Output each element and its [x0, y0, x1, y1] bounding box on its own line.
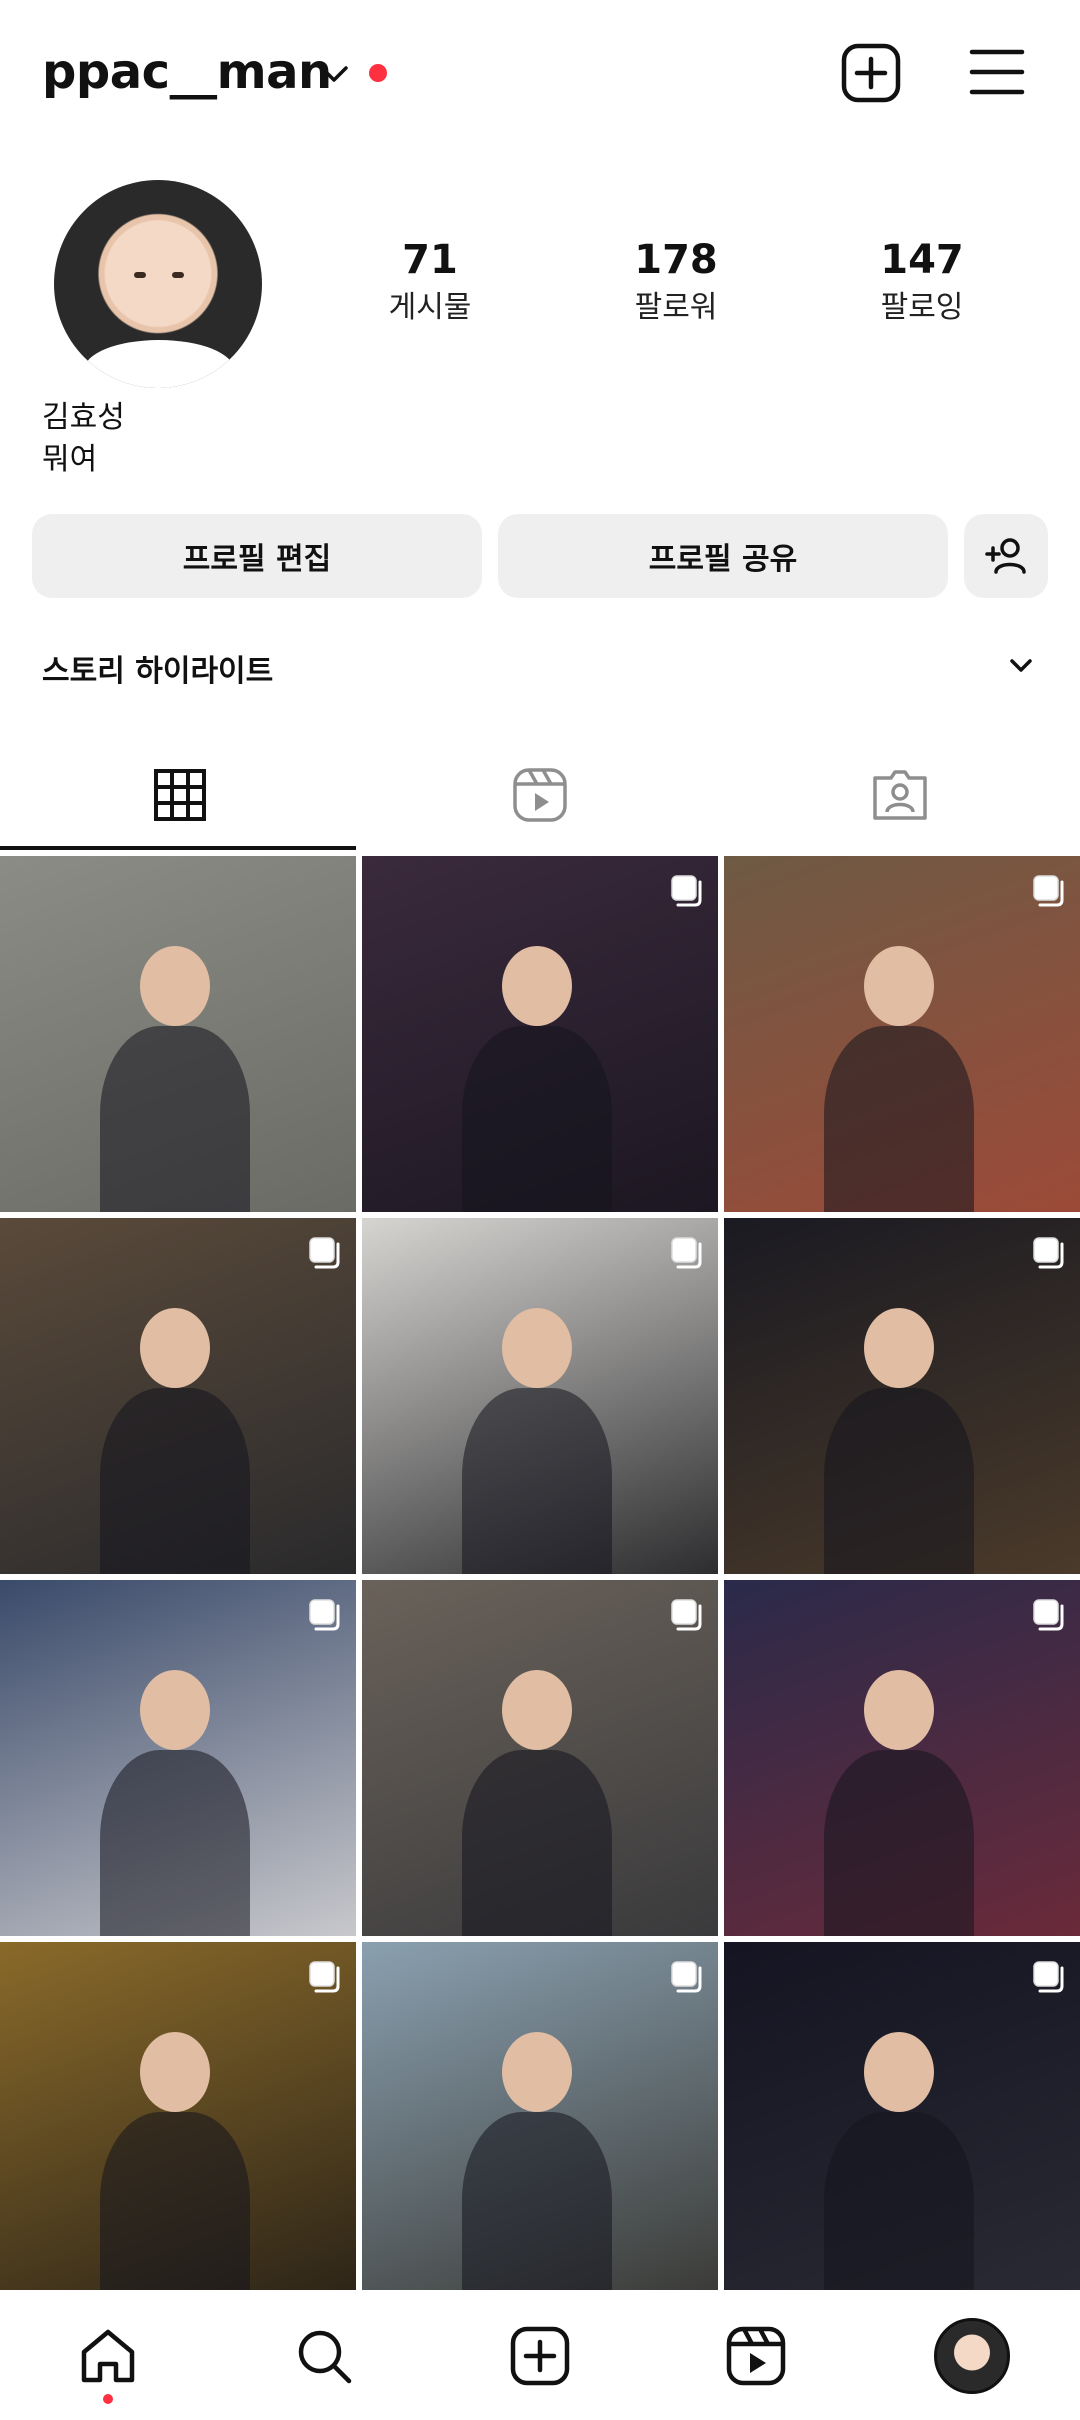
share-profile-button[interactable]: 프로필 공유: [498, 514, 948, 598]
profile-avatar[interactable]: [54, 180, 262, 388]
reels-icon: [726, 2326, 786, 2386]
photo-subject-body: [462, 1750, 612, 1936]
search-icon: [298, 2330, 352, 2384]
photo-subject-body: [824, 1026, 974, 1212]
stat-followers-count: 178: [634, 237, 718, 283]
photo-subject: [140, 1670, 210, 1750]
nav-create[interactable]: [504, 2320, 576, 2392]
stat-followers-label: 팔로워: [634, 290, 718, 325]
carousel-icon: [309, 1961, 340, 1993]
carousel-icon: [671, 1599, 702, 1631]
post-thumbnail[interactable]: [724, 1942, 1080, 2298]
post-thumbnail[interactable]: [362, 1218, 718, 1574]
post-thumbnail[interactable]: [362, 856, 718, 1212]
profile-username[interactable]: ppac__man: [42, 44, 332, 100]
photo-subject-body: [100, 1026, 250, 1212]
chevron-down-icon[interactable]: [1006, 654, 1036, 678]
chevron-down-icon[interactable]: [318, 60, 350, 88]
stat-following[interactable]: 147 팔로잉: [822, 236, 1022, 328]
tab-posts[interactable]: [0, 740, 360, 850]
carousel-icon: [671, 875, 702, 907]
photo-subject: [502, 1670, 572, 1750]
post-thumbnail[interactable]: [724, 1218, 1080, 1574]
tab-reels[interactable]: [360, 740, 720, 850]
home-icon: [81, 2329, 135, 2383]
add-square-icon: [510, 2326, 570, 2386]
photo-subject-body: [100, 2112, 250, 2298]
photo-subject-body: [100, 1750, 250, 1936]
stat-posts-count: 71: [402, 237, 458, 283]
add-square-icon[interactable]: [840, 42, 902, 104]
post-thumbnail[interactable]: [0, 1580, 356, 1936]
post-thumbnail[interactable]: [724, 1580, 1080, 1936]
photo-subject: [864, 1308, 934, 1388]
notification-dot: [369, 64, 387, 82]
post-thumbnail[interactable]: [724, 856, 1080, 1212]
photo-subject: [502, 1308, 572, 1388]
nav-home[interactable]: [72, 2320, 144, 2392]
carousel-icon: [1033, 875, 1064, 907]
home-activity-dot: [103, 2394, 113, 2404]
photo-subject: [864, 1670, 934, 1750]
avatar-eye: [172, 272, 184, 278]
stat-posts[interactable]: 71 게시물: [330, 236, 530, 328]
profile-tabs: [0, 740, 1080, 850]
story-highlights-title[interactable]: 스토리 하이라이트: [42, 646, 273, 690]
discover-people-button[interactable]: [964, 514, 1048, 598]
nav-reels[interactable]: [720, 2320, 792, 2392]
carousel-icon: [309, 1237, 340, 1269]
carousel-icon: [1033, 1599, 1064, 1631]
photo-subject: [140, 2032, 210, 2112]
nav-search[interactable]: [288, 2320, 360, 2392]
photo-subject-body: [824, 1750, 974, 1936]
top-header: ppac__man: [0, 0, 1080, 150]
photo-subject: [140, 1308, 210, 1388]
grid-icon: [154, 769, 206, 821]
nav-profile[interactable]: [932, 2316, 1012, 2396]
carousel-icon: [309, 1599, 340, 1631]
photo-subject-body: [462, 2112, 612, 2298]
photo-subject-body: [462, 1388, 612, 1574]
photo-subject: [502, 946, 572, 1026]
stat-posts-label: 게시물: [388, 290, 472, 325]
carousel-icon: [671, 1961, 702, 1993]
post-thumbnail[interactable]: [0, 1942, 356, 2298]
photo-subject-body: [824, 1388, 974, 1574]
tab-tagged[interactable]: [720, 740, 1080, 850]
post-thumbnail[interactable]: [362, 1580, 718, 1936]
tagged-person-icon: [873, 770, 927, 820]
photo-subject: [864, 2032, 934, 2112]
profile-name: 김효성: [42, 400, 125, 435]
carousel-icon: [671, 1237, 702, 1269]
add-person-icon: [985, 538, 1026, 574]
hamburger-menu-icon[interactable]: [968, 46, 1026, 98]
profile-bio: 뭐여: [42, 442, 98, 477]
photo-subject: [502, 2032, 572, 2112]
avatar-eye: [134, 272, 146, 278]
edit-profile-button[interactable]: 프로필 편집: [32, 514, 482, 598]
photo-subject: [140, 946, 210, 1026]
photo-subject: [864, 946, 934, 1026]
stat-followers[interactable]: 178 팔로워: [576, 236, 776, 328]
avatar-shirt: [84, 340, 234, 388]
post-thumbnail[interactable]: [0, 856, 356, 1212]
bottom-navigation: [0, 2290, 1080, 2420]
photo-subject-body: [824, 2112, 974, 2298]
profile-avatar: [934, 2318, 1010, 2394]
photo-subject-body: [100, 1388, 250, 1574]
stat-following-label: 팔로잉: [880, 290, 964, 325]
carousel-icon: [1033, 1237, 1064, 1269]
reels-icon: [513, 768, 567, 822]
active-tab-indicator: [0, 846, 356, 850]
carousel-icon: [1033, 1961, 1064, 1993]
photo-subject-body: [462, 1026, 612, 1212]
stat-following-count: 147: [880, 237, 964, 283]
post-thumbnail[interactable]: [362, 1942, 718, 2298]
post-thumbnail[interactable]: [0, 1218, 356, 1574]
